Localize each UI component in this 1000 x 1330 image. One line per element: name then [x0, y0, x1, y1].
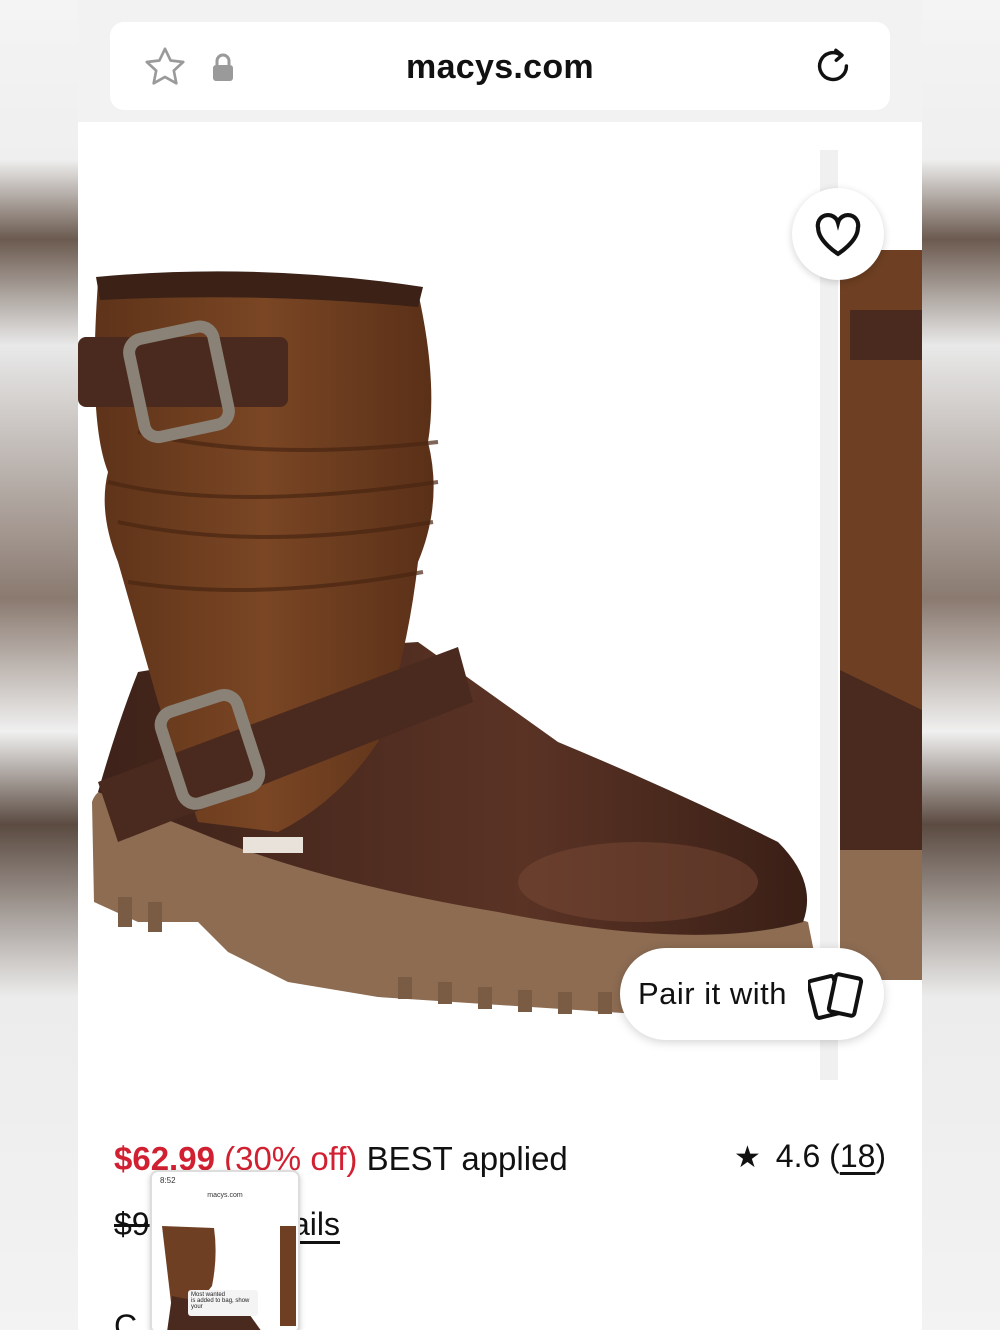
promo-label: BEST applied: [366, 1140, 568, 1177]
product-image[interactable]: [78, 182, 823, 1052]
screenshot-thumbnail[interactable]: 8:52 macys.com Most wanted is added to b…: [150, 1170, 300, 1330]
rating-value: 4.6: [775, 1138, 821, 1174]
blurred-background-right: [922, 0, 1000, 1330]
star-icon: ★: [734, 1141, 761, 1174]
gallery-divider: [820, 150, 838, 1080]
blurred-background-left: [0, 0, 78, 1330]
thumbnail-url: macys.com: [207, 1192, 243, 1199]
url-text: macys.com: [406, 48, 594, 86]
pair-it-with-label: Pair it with: [638, 976, 787, 1011]
thumbnail-toast: Most wanted is added to bag, show your: [188, 1290, 258, 1316]
original-price: $9: [114, 1206, 150, 1242]
next-product-image[interactable]: [840, 150, 922, 1080]
thumbnail-time: 8:52: [160, 1176, 176, 1185]
partial-text: C: [114, 1308, 138, 1330]
product-gallery[interactable]: Pair it with: [78, 122, 922, 1082]
pair-it-with-button[interactable]: Pair it with: [620, 948, 884, 1040]
address-bar[interactable]: macys.com: [110, 22, 890, 110]
wishlist-button[interactable]: [792, 188, 884, 280]
browser-toolbar: macys.com: [78, 0, 922, 122]
phone-screen: macys.com Pair it with $62.99 (30% off) …: [78, 0, 922, 1330]
rating-count-wrapper[interactable]: (18): [829, 1138, 886, 1174]
rating[interactable]: ★ 4.6 (18): [734, 1138, 886, 1175]
reload-icon[interactable]: [810, 42, 856, 90]
review-count-link[interactable]: 18: [840, 1138, 876, 1174]
heart-icon: [815, 213, 861, 257]
cards-icon: [808, 972, 864, 1020]
